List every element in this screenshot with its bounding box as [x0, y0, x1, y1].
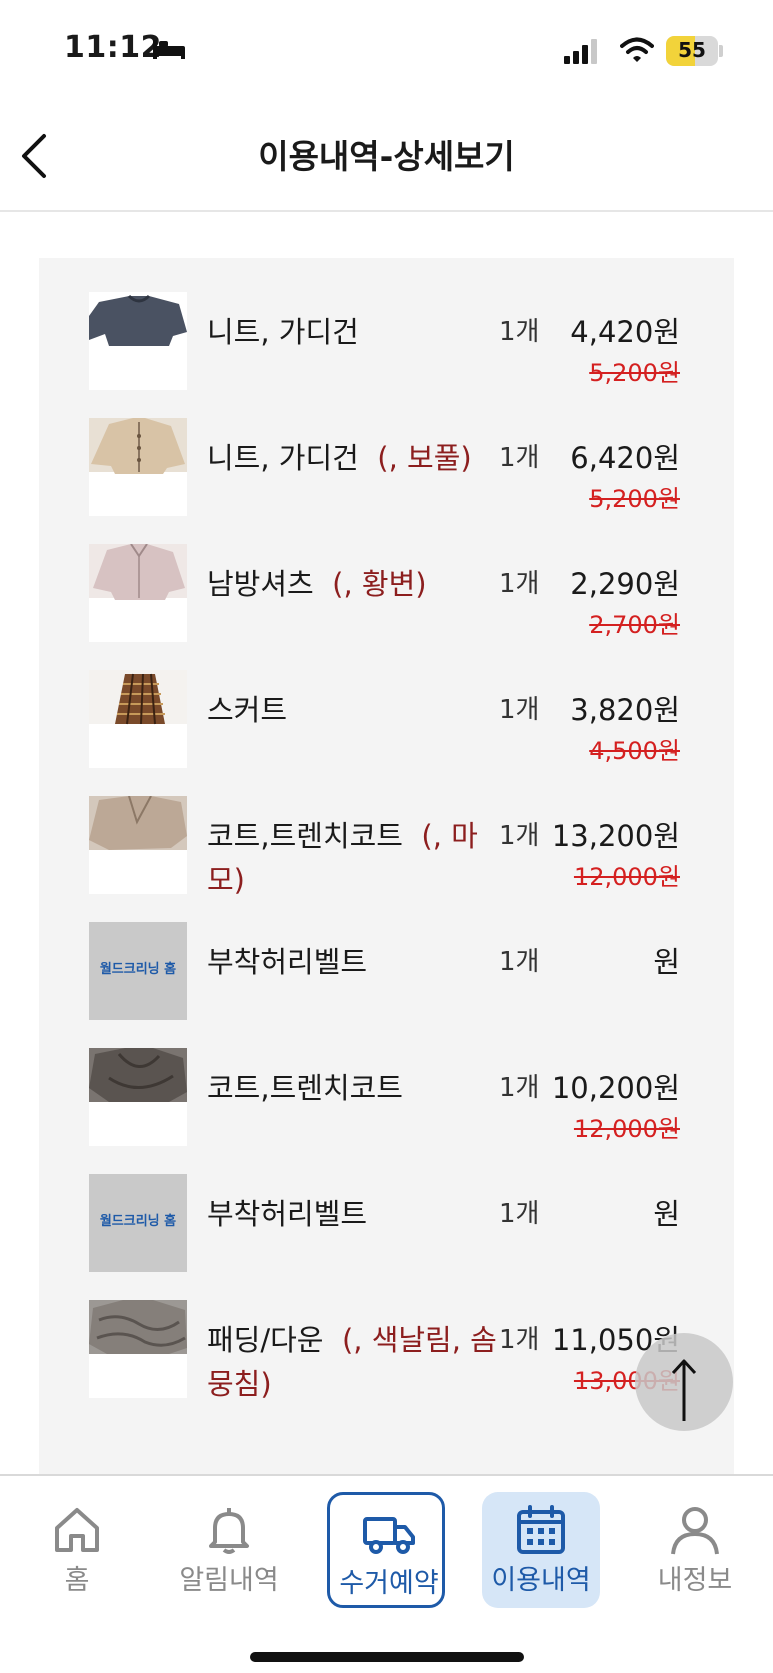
item-price: 원	[653, 945, 680, 979]
arrow-up-icon	[671, 1359, 697, 1421]
item-name: 니트, 가디건	[207, 310, 507, 354]
item-quantity: 1개	[499, 947, 540, 977]
item-photo	[89, 796, 187, 894]
item-price: 10,200원	[551, 1071, 680, 1105]
item-price: 13,200원	[551, 819, 680, 853]
item-name: 스커트	[207, 688, 507, 732]
item-name-text: 코트,트렌치코트	[207, 1071, 403, 1105]
item-price: 원	[653, 1197, 680, 1231]
item-photo	[89, 292, 187, 390]
item-quantity: 1개	[499, 1325, 540, 1355]
item-defect-note: (, 황변)	[332, 567, 427, 601]
item-original-price: 5,200원	[589, 359, 680, 387]
item-name-text: 패딩/다운	[207, 1323, 324, 1357]
item-price: 3,820원	[570, 693, 680, 727]
item-defect-note: (, 보풀)	[377, 441, 472, 475]
item-name-text: 스커트	[207, 693, 288, 727]
tab-pickup-reservation[interactable]: 수거예약	[327, 1492, 445, 1608]
bell-icon	[209, 1508, 249, 1554]
item-name-text: 부착허리벨트	[207, 1197, 368, 1231]
status-bar: 11:12 55	[0, 0, 773, 100]
content-scroll-area[interactable]: 니트, 가디건 1개 4,420원 5,200원 니트, 가디건 (, 보풀) 1개 6,4…	[0, 212, 773, 1474]
item-name: 코트,트렌치코트	[207, 1066, 507, 1110]
item-name: 남방셔츠 (, 황변)	[207, 562, 507, 606]
item-placeholder-logo: 월드크리닝 홈	[89, 922, 187, 1020]
tab-usage-history[interactable]: 이용내역	[482, 1492, 600, 1608]
item-quantity: 1개	[499, 695, 540, 725]
item-quantity: 1개	[499, 569, 540, 599]
item-name-text: 부착허리벨트	[207, 945, 368, 979]
order-item-row[interactable]: 월드크리닝 홈 부착허리벨트 1개 원	[39, 922, 734, 1022]
order-item-row[interactable]: 코트,트렌치코트 1개 10,200원 12,000원	[39, 1048, 734, 1148]
home-icon	[55, 1508, 99, 1552]
item-original-price: 12,000원	[573, 863, 680, 891]
item-placeholder-logo: 월드크리닝 홈	[89, 1174, 187, 1272]
item-photo	[89, 670, 187, 768]
order-item-row[interactable]: 코트,트렌치코트 (, 마모) 1개 13,200원 12,000원	[39, 796, 734, 897]
battery-percentage: 55	[678, 38, 706, 62]
page-header: 이용내역-상세보기	[0, 100, 773, 212]
status-time: 11:12	[64, 30, 162, 65]
item-name-text: 코트,트렌치코트	[207, 819, 403, 853]
tab-pickup-label: 수거예약	[339, 1568, 439, 1599]
item-price: 2,290원	[570, 567, 680, 601]
item-photo	[89, 1048, 187, 1146]
tab-alerts[interactable]: 알림내역	[170, 1492, 288, 1608]
item-price: 4,420원	[570, 315, 680, 349]
calendar-icon	[517, 1505, 565, 1554]
brand-logo-text: 월드크리닝 홈	[99, 962, 177, 977]
item-quantity: 1개	[499, 443, 540, 473]
tab-home-label: 홈	[64, 1565, 90, 1596]
item-name: 부착허리벨트	[207, 1192, 507, 1236]
cellular-signal-icon	[564, 39, 597, 64]
tab-alerts-label: 알림내역	[179, 1565, 279, 1596]
tab-home[interactable]: 홈	[18, 1492, 136, 1608]
bottom-tab-bar: 홈 알림내역 수거예약 이용내역 내정보	[0, 1474, 773, 1673]
battery-indicator: 55	[666, 36, 718, 66]
order-item-row[interactable]: 패딩/다운 (, 색날림, 솜뭉침) 1개 11,050원 13,000원	[39, 1300, 734, 1401]
order-item-row[interactable]: 월드크리닝 홈 부착허리벨트 1개 원	[39, 1174, 734, 1274]
item-quantity: 1개	[499, 317, 540, 347]
item-name: 부착허리벨트	[207, 940, 507, 984]
item-photo	[89, 1300, 187, 1398]
item-quantity: 1개	[499, 821, 540, 851]
order-item-row[interactable]: 남방셔츠 (, 황변) 1개 2,290원 2,700원	[39, 544, 734, 644]
item-name-text: 니트, 가디건	[207, 441, 359, 475]
wifi-icon	[620, 37, 654, 62]
brand-logo-text: 월드크리닝 홈	[99, 1214, 177, 1229]
user-icon	[671, 1507, 719, 1555]
item-original-price: 4,500원	[589, 737, 680, 765]
item-original-price: 2,700원	[589, 611, 680, 639]
item-name-text: 남방셔츠	[207, 567, 314, 601]
home-indicator	[250, 1652, 524, 1662]
battery-tip	[719, 45, 723, 57]
scroll-to-top-button[interactable]	[635, 1333, 733, 1431]
order-item-row[interactable]: 니트, 가디건 (, 보풀) 1개 6,420원 5,200원	[39, 418, 734, 518]
item-name: 패딩/다운 (, 색날림, 솜뭉침)	[207, 1318, 507, 1406]
item-photo	[89, 418, 187, 516]
item-original-price: 5,200원	[589, 485, 680, 513]
item-name: 니트, 가디건 (, 보풀)	[207, 436, 507, 480]
tab-myinfo-label: 내정보	[657, 1565, 733, 1596]
item-original-price: 12,000원	[573, 1115, 680, 1143]
item-name: 코트,트렌치코트 (, 마모)	[207, 814, 507, 902]
order-item-row[interactable]: 스커트 1개 3,820원 4,500원	[39, 670, 734, 770]
item-photo	[89, 544, 187, 642]
items-panel: 니트, 가디건 1개 4,420원 5,200원 니트, 가디건 (, 보풀) 1개 6,4…	[39, 258, 734, 1474]
item-name-text: 니트, 가디건	[207, 315, 359, 349]
item-quantity: 1개	[499, 1199, 540, 1229]
item-price: 6,420원	[570, 441, 680, 475]
page-title: 이용내역-상세보기	[258, 137, 515, 176]
item-quantity: 1개	[499, 1073, 540, 1103]
tab-my-info[interactable]: 내정보	[636, 1492, 754, 1608]
bed-icon	[153, 40, 185, 59]
truck-icon	[363, 1517, 415, 1554]
tab-history-label: 이용내역	[491, 1565, 591, 1596]
order-item-row[interactable]: 니트, 가디건 1개 4,420원 5,200원	[39, 292, 734, 392]
